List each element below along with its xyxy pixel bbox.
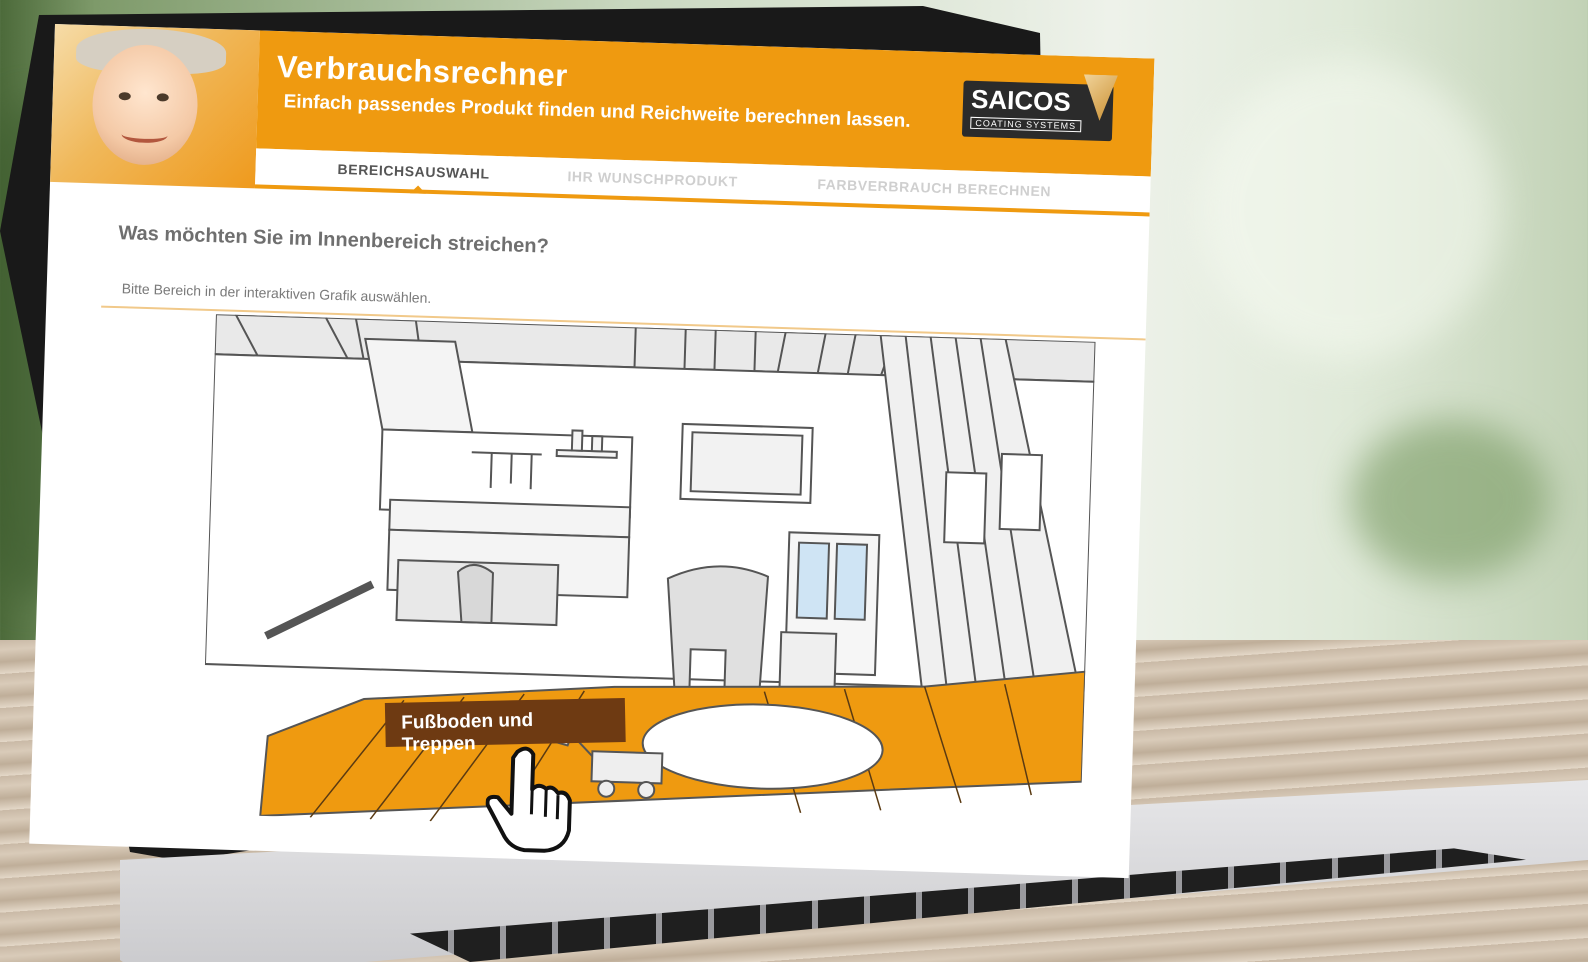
child-photo	[50, 24, 260, 189]
background-blur	[1350, 420, 1550, 580]
tab-farbverbrauch[interactable]: FARBVERBRAUCH BERECHNEN	[817, 176, 1051, 199]
interactive-room-graphic	[203, 314, 1096, 824]
section-question: Was möchten Sie im Innenbereich streiche…	[118, 222, 550, 258]
background-blur	[1200, 60, 1500, 360]
tab-bereichsauswahl[interactable]: BEREICHSAUSWAHL	[337, 161, 490, 182]
laptop-screen: Verbrauchsrechner Einfach passendes Prod…	[29, 24, 1155, 879]
active-tab-indicator	[409, 185, 427, 194]
hover-tooltip: Fußboden und Treppen	[384, 697, 626, 756]
page-title: Verbrauchsrechner	[276, 48, 569, 94]
tab-wunschprodukt[interactable]: IHR WUNSCHPRODUKT	[567, 168, 738, 189]
page-subtitle: Einfach passendes Produkt finden und Rei…	[283, 91, 911, 132]
hand-cursor-icon	[485, 746, 572, 853]
saicos-logo[interactable]: SAICOS COATING SYSTEMS	[961, 81, 1114, 142]
instruction-text: Bitte Bereich in der interaktiven Grafik…	[121, 280, 432, 306]
